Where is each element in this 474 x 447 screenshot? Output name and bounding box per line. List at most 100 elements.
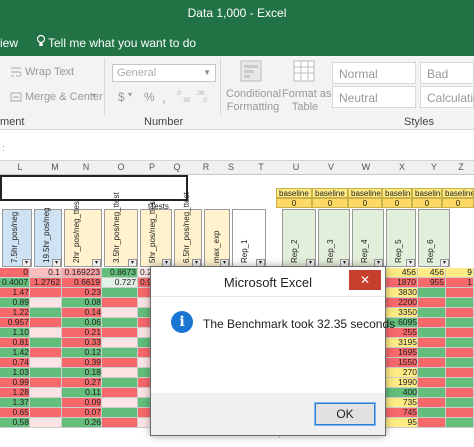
data-cell[interactable] bbox=[418, 358, 446, 368]
conditional-formatting-button[interactable]: Conditional Formatting bbox=[226, 88, 281, 114]
data-cell[interactable] bbox=[418, 298, 446, 308]
column-header[interactable]: S bbox=[225, 162, 237, 172]
baseline-value[interactable]: 0 bbox=[312, 198, 348, 208]
data-cell[interactable] bbox=[418, 378, 446, 388]
filter-dropdown-icon[interactable]: ▾ bbox=[22, 259, 31, 267]
data-cell[interactable] bbox=[30, 368, 62, 378]
data-cell[interactable] bbox=[418, 388, 446, 398]
column-header[interactable]: P bbox=[146, 162, 158, 172]
data-cell[interactable] bbox=[30, 378, 62, 388]
column-header[interactable]: U bbox=[290, 162, 302, 172]
data-cell[interactable] bbox=[102, 408, 138, 418]
data-cell[interactable] bbox=[102, 348, 138, 358]
data-cell[interactable] bbox=[446, 388, 474, 398]
data-cell[interactable] bbox=[418, 288, 446, 298]
increase-decimal-icon[interactable]: .0.00 bbox=[176, 89, 192, 103]
data-cell[interactable]: 1 bbox=[446, 278, 474, 288]
filter-dropdown-icon[interactable]: ▾ bbox=[52, 259, 61, 267]
style-calculation[interactable]: Calculation bbox=[420, 86, 474, 108]
data-cell[interactable] bbox=[446, 338, 474, 348]
data-cell[interactable] bbox=[418, 318, 446, 328]
baseline-label[interactable]: baseline bbox=[442, 188, 474, 198]
data-cell[interactable] bbox=[30, 288, 62, 298]
data-cell[interactable] bbox=[30, 318, 62, 328]
data-cell[interactable]: 1.2762 bbox=[30, 278, 62, 288]
column-header[interactable]: V bbox=[325, 162, 337, 172]
data-cell[interactable] bbox=[30, 308, 62, 318]
data-cell[interactable] bbox=[102, 388, 138, 398]
baseline-label[interactable]: baseline bbox=[312, 188, 348, 198]
column-header[interactable]: Z bbox=[455, 162, 467, 172]
data-cell[interactable] bbox=[418, 368, 446, 378]
data-cell[interactable] bbox=[102, 298, 138, 308]
column-header[interactable]: O bbox=[115, 162, 127, 172]
style-bad[interactable]: Bad bbox=[420, 62, 474, 84]
data-cell[interactable]: 0.58 bbox=[0, 418, 30, 428]
filter-dropdown-icon[interactable]: ▾ bbox=[440, 259, 449, 267]
filter-dropdown-icon[interactable]: ▾ bbox=[406, 259, 415, 267]
decrease-decimal-icon[interactable]: .00.0 bbox=[196, 89, 212, 103]
data-cell[interactable] bbox=[418, 348, 446, 358]
column-header[interactable]: M bbox=[49, 162, 61, 172]
data-cell[interactable]: 95 bbox=[384, 418, 418, 428]
data-cell[interactable] bbox=[446, 358, 474, 368]
data-cell[interactable] bbox=[102, 328, 138, 338]
wrap-text-button[interactable]: Wrap Text bbox=[25, 66, 74, 78]
data-cell[interactable] bbox=[102, 308, 138, 318]
baseline-label[interactable]: baseline bbox=[382, 188, 412, 198]
data-cell[interactable] bbox=[30, 388, 62, 398]
data-cell[interactable] bbox=[446, 308, 474, 318]
data-cell[interactable]: 9 bbox=[446, 268, 474, 278]
data-cell[interactable] bbox=[102, 318, 138, 328]
merge-dropdown-icon[interactable]: ▾ bbox=[92, 91, 96, 100]
baseline-label[interactable]: baseline bbox=[276, 188, 312, 198]
column-header[interactable]: Y bbox=[428, 162, 440, 172]
currency-button[interactable]: $ bbox=[118, 90, 125, 104]
filter-dropdown-icon[interactable]: ▾ bbox=[128, 259, 137, 267]
data-cell[interactable]: 0.1 bbox=[30, 268, 62, 278]
baseline-value[interactable]: 0 bbox=[382, 198, 412, 208]
data-cell[interactable] bbox=[30, 328, 62, 338]
data-cell[interactable] bbox=[446, 418, 474, 428]
data-cell[interactable] bbox=[30, 348, 62, 358]
data-cell[interactable]: 955 bbox=[418, 278, 446, 288]
column-header[interactable]: Q bbox=[171, 162, 183, 172]
data-cell[interactable] bbox=[446, 318, 474, 328]
data-cell[interactable]: 0.169223 bbox=[62, 268, 102, 278]
comma-button[interactable]: , bbox=[162, 90, 166, 105]
style-neutral[interactable]: Neutral bbox=[332, 86, 416, 108]
data-cell[interactable]: 0.26 bbox=[62, 418, 102, 428]
data-cell[interactable] bbox=[418, 338, 446, 348]
baseline-value[interactable]: 0 bbox=[348, 198, 382, 208]
data-cell[interactable]: 456 bbox=[418, 268, 446, 278]
column-header[interactable]: L bbox=[14, 162, 26, 172]
data-cell[interactable] bbox=[446, 348, 474, 358]
data-cell[interactable] bbox=[446, 398, 474, 408]
data-cell[interactable] bbox=[418, 408, 446, 418]
number-format-select[interactable]: General ▼ bbox=[112, 64, 216, 82]
data-cell[interactable] bbox=[446, 328, 474, 338]
close-icon[interactable]: ✕ bbox=[349, 270, 381, 290]
merge-center-button[interactable]: Merge & Center bbox=[25, 91, 103, 103]
data-cell[interactable] bbox=[102, 368, 138, 378]
baseline-value[interactable]: 0 bbox=[412, 198, 442, 208]
data-cell[interactable] bbox=[446, 298, 474, 308]
data-cell[interactable] bbox=[30, 358, 62, 368]
baseline-value[interactable]: 0 bbox=[442, 198, 474, 208]
data-cell[interactable] bbox=[30, 298, 62, 308]
data-cell[interactable] bbox=[30, 408, 62, 418]
ok-button[interactable]: OK bbox=[314, 402, 376, 426]
data-cell[interactable]: 456 bbox=[384, 268, 418, 278]
column-header[interactable]: N bbox=[80, 162, 92, 172]
data-cell[interactable] bbox=[446, 368, 474, 378]
data-cell[interactable] bbox=[30, 398, 62, 408]
data-cell[interactable] bbox=[418, 398, 446, 408]
data-cell[interactable] bbox=[102, 398, 138, 408]
data-cell[interactable] bbox=[418, 308, 446, 318]
column-header[interactable]: X bbox=[396, 162, 408, 172]
data-cell[interactable] bbox=[102, 358, 138, 368]
data-cell[interactable] bbox=[30, 418, 62, 428]
baseline-value[interactable]: 0 bbox=[276, 198, 312, 208]
data-cell[interactable] bbox=[102, 288, 138, 298]
percent-button[interactable]: % bbox=[144, 90, 155, 104]
